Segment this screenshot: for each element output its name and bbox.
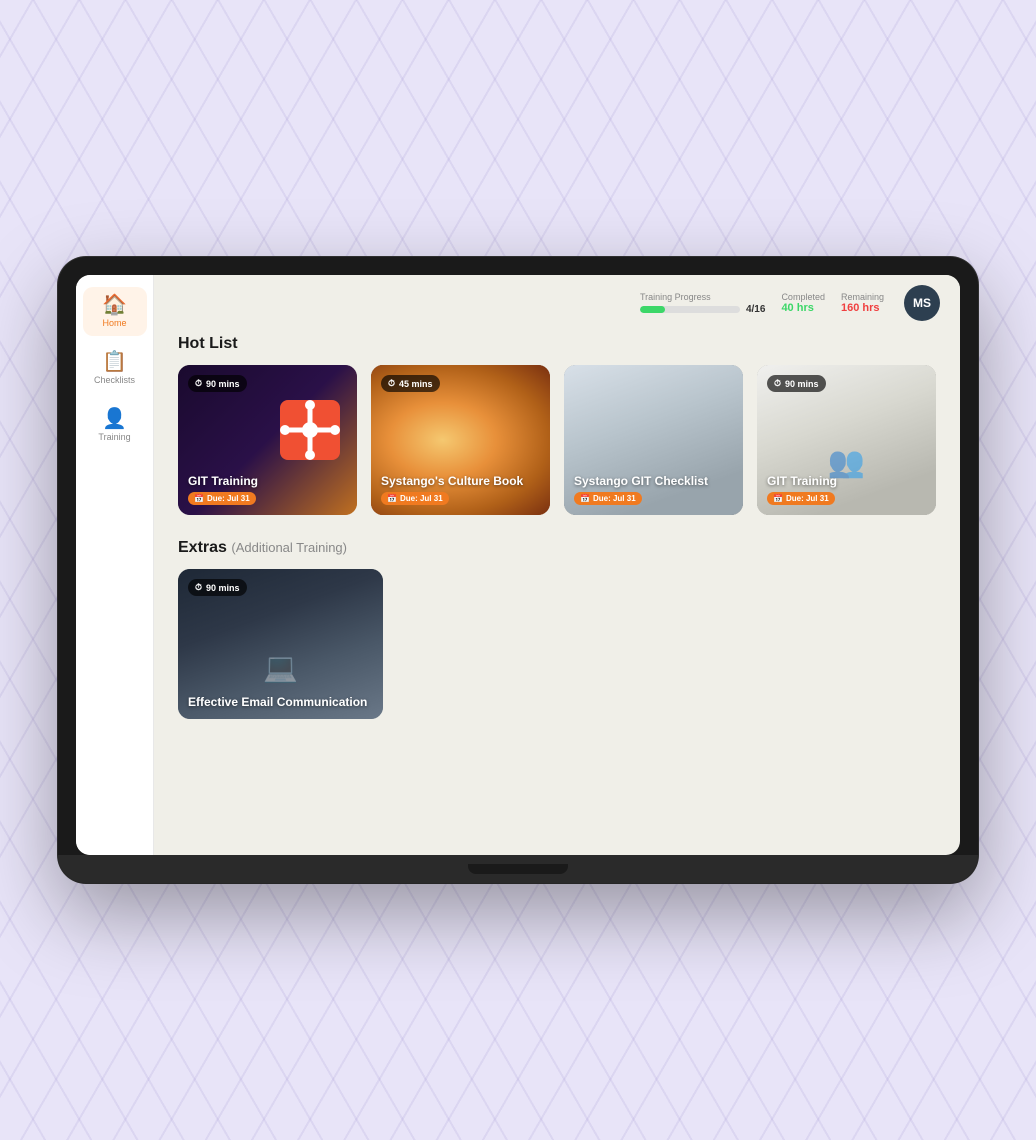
remaining-label: Remaining [841,292,884,302]
card-checklist-bottom: Systango GIT Checklist 📅 Due: Jul 31 [574,474,733,505]
progress-bar-wrap: 4/16 [640,304,765,315]
clock-icon: ⏱ [195,378,202,389]
hotlist-cards-row: ⏱ 90 mins GIT Training 📅 Due: Jul 31 [178,365,936,515]
sidebar-label-training: Training [98,432,130,442]
card-email-title: Effective Email Communication [188,695,373,709]
card-culture-bottom: Systango's Culture Book 📅 Due: Jul 31 [381,474,540,505]
card-git1-title: GIT Training [188,474,347,488]
card-git-checklist[interactable]: Systango GIT Checklist 📅 Due: Jul 31 [564,365,743,515]
remaining-value: 160 hrs [841,302,880,314]
completed-label: Completed [781,292,825,302]
main-content: Training Progress 4/16 Completed 40 hrs [154,275,960,855]
card-checklist-inner: Systango GIT Checklist 📅 Due: Jul 31 [564,365,743,515]
due-badge-git2: 📅 Due: Jul 31 [767,492,835,505]
progress-section: Training Progress 4/16 Completed 40 hrs [640,292,884,315]
duration-badge-git1: ⏱ 90 mins [188,375,247,392]
card-git-training-2[interactable]: 👥 ⏱ 90 mins GIT Training 📅 [757,365,936,515]
card-git1-bottom: GIT Training 📅 Due: Jul 31 [188,474,347,505]
sidebar: 🏠 Home 📋 Checklists 👤 Training [76,275,154,855]
card-email-bottom: Effective Email Communication [188,695,373,709]
extras-subtitle: (Additional Training) [231,540,347,555]
sidebar-item-home[interactable]: 🏠 Home [83,287,147,336]
sidebar-item-training[interactable]: 👤 Training [83,401,147,450]
card-culture-book[interactable]: ⏱ 45 mins Systango's Culture Book 📅 Due:… [371,365,550,515]
calendar-icon-4: 📅 [773,494,783,503]
extras-cards-row: 💻 ⏱ 90 mins Effective Email Communicatio… [178,569,936,719]
header-bar: Training Progress 4/16 Completed 40 hrs [154,275,960,331]
clock-icon-5: ⏱ [195,582,202,593]
progress-bar-fill [640,306,665,313]
laptop-frame: 🏠 Home 📋 Checklists 👤 Training [58,257,978,883]
card-git2-inner: ⏱ 90 mins GIT Training 📅 Due: Jul 31 [757,365,936,515]
card-email-communication[interactable]: 💻 ⏱ 90 mins Effective Email Communicatio… [178,569,383,719]
sidebar-label-checklists: Checklists [94,375,135,385]
remaining-stat: Remaining 160 hrs [841,292,884,314]
due-badge-git1: 📅 Due: Jul 31 [188,492,256,505]
card-email-inner: ⏱ 90 mins Effective Email Communication [178,569,383,719]
calendar-icon-3: 📅 [580,494,590,503]
laptop-notch [468,864,568,874]
sidebar-item-checklists[interactable]: 📋 Checklists [83,344,147,393]
progress-bar-bg [640,306,740,313]
completed-stat: Completed 40 hrs [781,292,825,314]
completed-value: 40 hrs [781,302,813,314]
progress-title: Training Progress [640,292,711,302]
clock-icon-4: ⏱ [774,378,781,389]
content-area: Hot List [154,331,960,855]
card-git2-title: GIT Training [767,474,926,488]
card-git-training-1[interactable]: ⏱ 90 mins GIT Training 📅 Due: Jul 31 [178,365,357,515]
spacer [574,375,733,395]
laptop-screen: 🏠 Home 📋 Checklists 👤 Training [76,275,960,855]
duration-badge-culture: ⏱ 45 mins [381,375,440,392]
due-badge-checklist: 📅 Due: Jul 31 [574,492,642,505]
clock-icon-2: ⏱ [388,378,395,389]
laptop-base [58,855,978,883]
card-checklist-title: Systango GIT Checklist [574,474,733,488]
calendar-icon-2: 📅 [387,494,397,503]
extras-title: Extras [178,539,227,556]
progress-group: Training Progress 4/16 [640,292,765,315]
home-icon: 🏠 [102,295,127,315]
checklists-icon: 📋 [102,352,127,372]
due-badge-culture: 📅 Due: Jul 31 [381,492,449,505]
extras-header: Extras (Additional Training) [178,539,936,557]
progress-count: 4/16 [746,304,765,315]
training-icon: 👤 [102,409,127,429]
card-culture-title: Systango's Culture Book [381,474,540,488]
sidebar-label-home: Home [102,318,126,328]
card-git2-bottom: GIT Training 📅 Due: Jul 31 [767,474,926,505]
duration-badge-email: ⏱ 90 mins [188,579,247,596]
duration-badge-git2: ⏱ 90 mins [767,375,826,392]
hotlist-title: Hot List [178,335,936,353]
card-git1-inner: ⏱ 90 mins GIT Training 📅 Due: Jul 31 [178,365,357,515]
card-culture-inner: ⏱ 45 mins Systango's Culture Book 📅 Due:… [371,365,550,515]
avatar[interactable]: MS [904,285,940,321]
calendar-icon: 📅 [194,494,204,503]
app-container: 🏠 Home 📋 Checklists 👤 Training [76,275,960,855]
